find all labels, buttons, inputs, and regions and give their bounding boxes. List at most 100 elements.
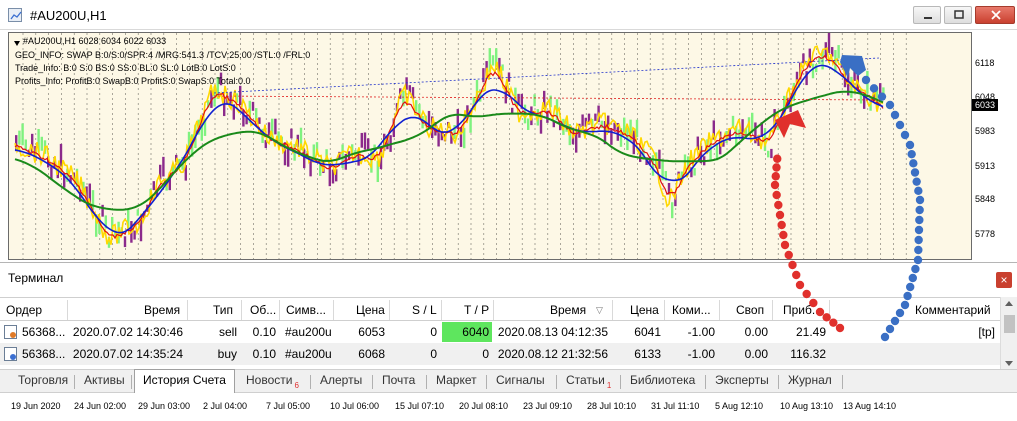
sell-order-icon <box>4 325 17 339</box>
tab-market[interactable]: Маркет <box>436 373 477 387</box>
bull-candle <box>527 118 530 130</box>
bull-candle <box>866 70 869 94</box>
tab-articles[interactable]: Статьи 1 <box>566 373 612 390</box>
bear-candle <box>741 119 744 140</box>
bear-candle <box>101 204 104 217</box>
col-close-price[interactable]: Цена <box>630 303 659 317</box>
bear-candle <box>360 132 363 148</box>
col-open-time[interactable]: Время <box>144 303 180 317</box>
x-tick: 13 Aug 14:10 <box>843 401 897 411</box>
minimize-button[interactable] <box>913 6 941 24</box>
bear-candle <box>274 118 277 135</box>
volume-cell: 0.10 <box>252 347 276 361</box>
current-price-label: 6033 <box>972 99 998 111</box>
col-symbol[interactable]: Симв... <box>286 303 326 317</box>
bull-candle <box>651 155 655 176</box>
x-tick: 10 Jul 06:00 <box>330 401 380 411</box>
chart-time-axis: 19 Jun 2020 24 Jun 02:00 29 Jun 03:00 2 … <box>0 393 1017 421</box>
bear-candle <box>290 128 293 139</box>
window-title: #AU200U,H1 <box>30 8 107 23</box>
profit-cell: 116.32 <box>790 347 826 361</box>
col-profit[interactable]: Приб... <box>783 303 822 317</box>
bull-candle <box>40 136 43 151</box>
sort-desc-icon[interactable]: ▽ <box>596 305 603 316</box>
type-cell: sell <box>218 325 237 339</box>
scrollbar-thumb[interactable] <box>1004 315 1015 333</box>
scroll-up-icon[interactable] <box>1005 301 1013 306</box>
tab-news[interactable]: Новости 6 <box>246 373 299 390</box>
col-close-time[interactable]: Время <box>550 303 586 317</box>
col-volume[interactable]: Об... <box>250 303 276 317</box>
x-tick: 5 Aug 12:10 <box>715 401 764 411</box>
bear-candle <box>133 230 136 240</box>
close-window-button[interactable] <box>975 6 1015 24</box>
bull-candle <box>837 45 840 59</box>
profit-cell: 21.49 <box>795 325 826 339</box>
take-profit-cell: 0 <box>482 347 489 361</box>
x-tick: 29 Jun 03:00 <box>138 401 191 411</box>
tab-alerts[interactable]: Алерты <box>320 373 362 387</box>
table-scrollbar[interactable] <box>1000 297 1017 371</box>
buy-order-icon <box>4 347 17 361</box>
tab-code-base[interactable]: Библиотека <box>630 373 695 387</box>
terminal-panel: Терминал × Ордер Время Тип Об... Симв...… <box>0 262 1017 421</box>
col-type[interactable]: Тип <box>213 303 233 317</box>
tab-account-history[interactable]: История Счета <box>134 369 235 393</box>
bull-candle <box>767 150 770 158</box>
col-open-price[interactable]: Цена <box>356 303 385 317</box>
tab-mailbox[interactable]: Почта <box>382 373 415 387</box>
tab-signals[interactable]: Сигналы <box>496 373 545 387</box>
y-tick: 5983 <box>975 126 996 136</box>
news-count-badge: 6 <box>294 381 299 390</box>
trend-line <box>213 57 880 94</box>
bear-candle <box>363 132 367 150</box>
terminal-close-button[interactable]: × <box>996 272 1012 288</box>
stop-loss-cell: 0 <box>430 347 437 361</box>
tab-trade[interactable]: Торговля <box>18 373 68 387</box>
profits-info-line: Profits_Info: ProfitB:0 SwapB:0 ProfitS:… <box>15 76 251 86</box>
trade-info-line: Trade_Info: B:0 S:0 BS:0 SS:0 BL:0 SL:0 … <box>15 63 236 73</box>
bull-candle <box>91 190 95 210</box>
bear-candle <box>459 127 463 147</box>
tab-experts[interactable]: Эксперты <box>715 373 769 387</box>
info-collapse-icon[interactable] <box>14 41 20 46</box>
restore-button[interactable] <box>944 6 972 24</box>
commission-cell: -1.00 <box>687 325 715 339</box>
tab-journal[interactable]: Журнал <box>788 373 832 387</box>
bear-candle <box>581 114 584 127</box>
close-price-cell: 6041 <box>634 325 661 339</box>
terminal-tabs: Торговля Активы История Счета Новости 6 А… <box>0 369 1017 393</box>
bear-candle <box>853 63 856 81</box>
volume-cell: 0.10 <box>252 325 276 339</box>
col-stop-loss[interactable]: S / L <box>412 303 437 317</box>
x-tick: 10 Aug 13:10 <box>780 401 834 411</box>
bear-candle <box>594 113 597 121</box>
take-profit-cell: 6040 <box>462 325 489 339</box>
table-row[interactable]: 56368... 2020.07.02 14:30:46 sell 0.10 #… <box>0 321 1000 343</box>
col-take-profit[interactable]: T / P <box>464 303 489 317</box>
articles-count-badge: 1 <box>606 381 612 390</box>
col-order[interactable]: Ордер <box>6 303 42 317</box>
price-level-line <box>213 95 880 101</box>
chart-plot-area[interactable]: #AU200U,H1 6028 6034 6022 6033 GEO_INFO:… <box>8 32 972 260</box>
bear-candle <box>251 101 255 111</box>
tab-assets[interactable]: Активы <box>84 373 125 387</box>
bear-candle <box>632 130 635 155</box>
col-swap[interactable]: Своп <box>736 303 764 317</box>
tab-news-label: Новости <box>246 373 293 387</box>
scroll-down-icon[interactable] <box>1005 361 1013 366</box>
col-comment[interactable]: Комментарий <box>915 303 991 317</box>
table-row[interactable]: 56368... 2020.07.02 14:35:24 buy 0.10 #a… <box>0 343 1000 365</box>
commission-cell: -1.00 <box>687 347 715 361</box>
order-cell: 56368... <box>22 325 66 339</box>
type-cell: buy <box>217 347 237 361</box>
bear-candle <box>827 33 831 53</box>
bear-candle <box>162 156 165 177</box>
bull-candle <box>882 87 885 99</box>
terminal-title: Терминал <box>8 271 64 285</box>
col-commission[interactable]: Коми... <box>672 303 711 317</box>
open-price-cell: 6053 <box>358 325 385 339</box>
price-chart[interactable]: #AU200U,H1 6028 6034 6022 6033 GEO_INFO:… <box>0 30 1017 262</box>
order-cell: 56368... <box>22 347 66 361</box>
y-tick: 5913 <box>975 161 996 171</box>
